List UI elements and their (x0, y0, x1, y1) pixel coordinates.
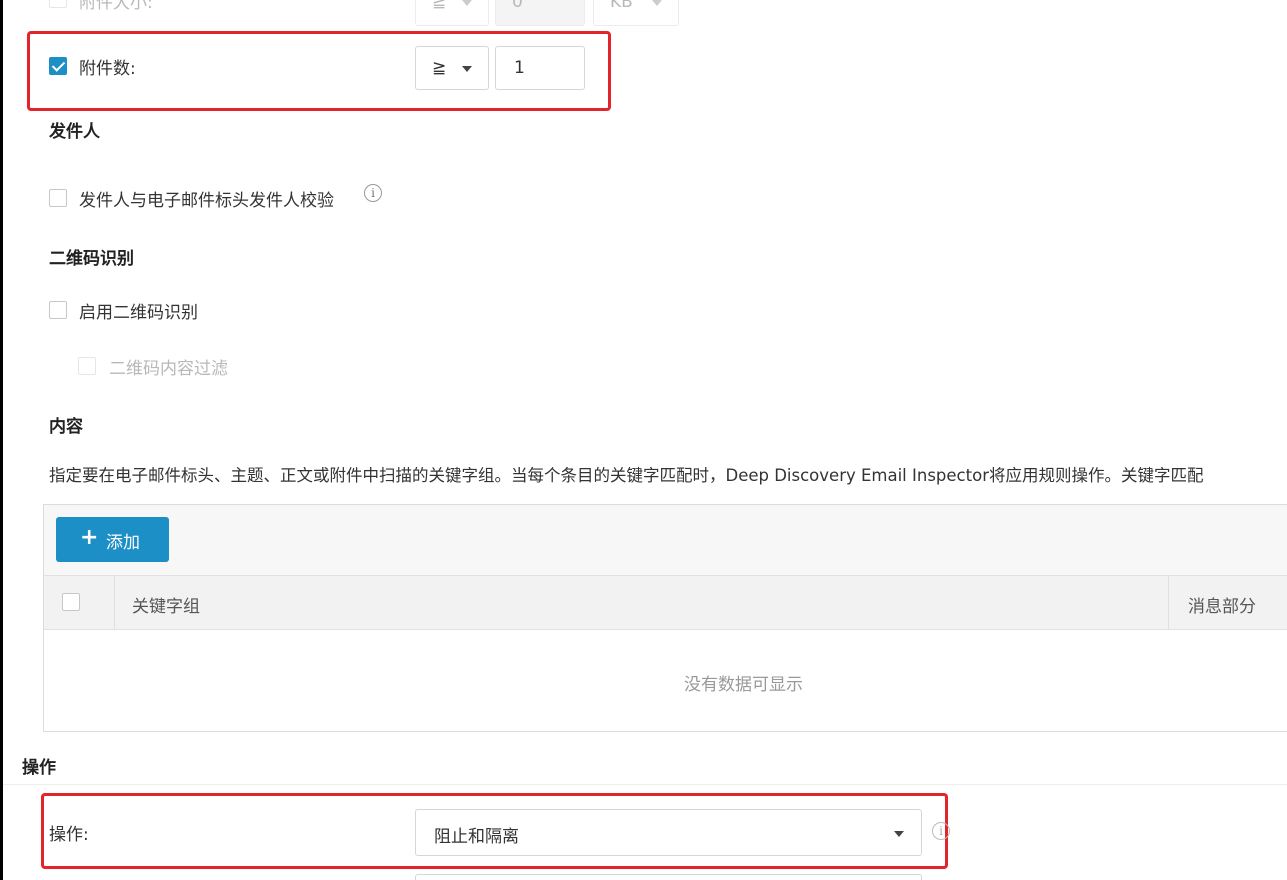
column-header-message-part[interactable]: 消息部分 (1188, 592, 1256, 617)
attachment-count-operator-select[interactable]: ≧ (415, 46, 489, 90)
qr-content-filter-checkbox[interactable] (78, 357, 96, 375)
add-button[interactable]: + 添加 (56, 517, 169, 562)
attachment-count-operator-value: ≧ (432, 58, 447, 78)
chevron-down-icon (652, 0, 662, 6)
sender-header-check-checkbox[interactable] (49, 189, 67, 207)
empty-table-message: 没有数据可显示 (684, 675, 803, 695)
content-description: 指定要在电子邮件标头、主题、正文或附件中扫描的关键字组。当每个条目的关键字匹配时… (49, 466, 1204, 485)
column-header-keyword-group[interactable]: 关键字组 (132, 592, 200, 617)
table-header-row: 关键字组 消息部分 (44, 576, 1287, 630)
attachment-count-checkbox[interactable] (49, 57, 67, 75)
attachment-size-operator-select[interactable]: ≧ (415, 0, 489, 26)
info-icon[interactable]: i (364, 184, 382, 202)
action-label: 操作: (49, 825, 89, 845)
qr-content-filter-label: 二维码内容过滤 (109, 359, 228, 379)
sender-header-check-label: 发件人与电子邮件标头发件人校验 (79, 191, 334, 211)
chevron-down-icon (894, 831, 904, 837)
action-section-title: 操作 (22, 758, 56, 778)
next-select-partial[interactable] (415, 874, 922, 880)
action-select[interactable]: 阻止和隔离 (415, 809, 922, 856)
attachment-size-label: 附件大小: (79, 0, 153, 13)
table-toolbar (44, 505, 1287, 576)
policy-rule-page: 附件大小: ≧ 0 KB 附件数: ≧ 1 发件人 发件人与电子邮件标头发件人校… (0, 0, 1287, 880)
plus-icon: + (80, 525, 99, 550)
qr-section-title: 二维码识别 (49, 249, 134, 269)
column-divider (114, 576, 115, 630)
qr-enable-checkbox[interactable] (49, 301, 67, 319)
chevron-down-icon (462, 0, 472, 6)
attachment-size-unit-value: KB (610, 0, 633, 12)
sender-section-title: 发件人 (49, 122, 100, 142)
qr-enable-label: 启用二维码识别 (79, 303, 198, 323)
info-icon[interactable]: i (932, 822, 950, 840)
attachment-count-value: 1 (514, 58, 525, 78)
attachment-count-input[interactable]: 1 (495, 46, 585, 90)
divider (3, 784, 1287, 785)
content-section-title: 内容 (49, 417, 83, 437)
attachment-size-unit-select[interactable]: KB (593, 0, 679, 26)
action-select-value: 阻止和隔离 (434, 827, 519, 847)
attachment-count-label: 附件数: (79, 59, 136, 79)
attachment-size-input[interactable]: 0 (495, 0, 585, 26)
attachment-size-checkbox[interactable] (49, 0, 67, 8)
chevron-down-icon (462, 66, 472, 72)
attachment-size-value: 0 (512, 0, 523, 12)
select-all-checkbox[interactable] (62, 593, 80, 611)
attachment-size-operator-value: ≧ (432, 0, 447, 12)
column-divider (1168, 576, 1169, 630)
add-button-label: 添加 (106, 533, 140, 553)
keyword-table: + 添加 关键字组 消息部分 没有数据可显示 (43, 504, 1287, 732)
